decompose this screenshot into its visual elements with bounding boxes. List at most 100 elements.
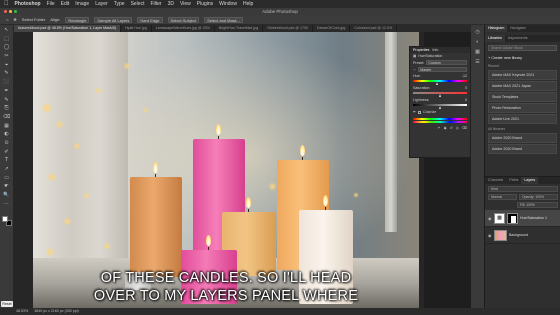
hand-tool-icon[interactable]: ☛ bbox=[3, 184, 10, 190]
menu-app-name[interactable]: Photoshop bbox=[15, 1, 41, 7]
tab-info[interactable]: Info bbox=[432, 47, 438, 53]
tab-channels[interactable]: Channels bbox=[485, 177, 506, 184]
blur-tool-icon[interactable]: ⊙ bbox=[3, 140, 10, 147]
tab-properties[interactable]: Properties bbox=[413, 47, 429, 53]
library-search-input[interactable]: Search Adobe Stock bbox=[488, 45, 557, 51]
hue-slider[interactable] bbox=[413, 82, 467, 85]
trash-icon[interactable]: ⌫ bbox=[462, 126, 467, 130]
color-icon[interactable]: ◐ bbox=[476, 39, 479, 45]
preset-dropdown[interactable]: Custom bbox=[426, 60, 467, 65]
tab-paths[interactable]: Paths bbox=[506, 177, 521, 184]
foreground-color-swatch[interactable] bbox=[1, 216, 8, 223]
hue-value[interactable]: -12 bbox=[462, 74, 467, 78]
properties-icon[interactable]: ☰ bbox=[475, 59, 479, 65]
marquee-tool-icon[interactable]: ⬚ bbox=[3, 36, 10, 43]
type-tool-icon[interactable]: T bbox=[3, 158, 10, 164]
menu-help[interactable]: Help bbox=[243, 1, 253, 7]
home-icon[interactable]: ⌂ bbox=[6, 17, 8, 22]
swatches-icon[interactable]: ▦ bbox=[475, 49, 480, 55]
dodge-tool-icon[interactable]: ◐ bbox=[3, 132, 10, 138]
tab-layers[interactable]: Layers bbox=[521, 177, 539, 184]
pen-tool-icon[interactable]: ✒ bbox=[3, 88, 10, 95]
eyedropper-icon[interactable]: ✒ bbox=[413, 110, 416, 114]
clone-stamp-tool-icon[interactable]: ✎ bbox=[3, 97, 10, 104]
menu-file[interactable]: File bbox=[47, 1, 55, 7]
doc-tab-active[interactable]: AutumnMood.psd @ 48.5% (Hue/Saturation 1… bbox=[14, 25, 121, 32]
doc-tab[interactable]: GlobesMood.psd @ 1790 bbox=[263, 25, 314, 32]
more-tools-icon[interactable]: ⋯ bbox=[3, 201, 10, 208]
healing-tool-icon[interactable]: ✎ bbox=[3, 71, 10, 77]
auto-select-option[interactable]: Select Folder bbox=[22, 17, 46, 22]
zoom-level[interactable]: 48.53% bbox=[16, 308, 28, 315]
fill-field[interactable]: Fill: 100% bbox=[517, 202, 558, 208]
layer-row[interactable]: ◉ Background bbox=[485, 227, 560, 244]
tab-histogram[interactable]: Histogram bbox=[485, 25, 508, 32]
hue-slider-thumb[interactable] bbox=[436, 82, 439, 85]
layer-mask-thumbnail[interactable] bbox=[507, 212, 518, 224]
tab-adjustments[interactable]: Adjustments bbox=[505, 35, 531, 42]
library-item[interactable]: Photo Restoration bbox=[488, 103, 557, 113]
history-brush-tool-icon[interactable]: ⎘ bbox=[3, 106, 10, 112]
menu-plugins[interactable]: Plugins bbox=[197, 1, 213, 7]
doc-tab[interactable]: BrightHue-Travelbike.jpg bbox=[215, 25, 264, 32]
visibility-eye-icon[interactable]: ◉ bbox=[488, 233, 492, 238]
hard-edge-button[interactable]: Hard Edge bbox=[137, 16, 163, 23]
library-item[interactable]: Stock Templates bbox=[488, 92, 557, 102]
layer-name[interactable]: Background bbox=[509, 233, 528, 237]
lightness-slider-thumb[interactable] bbox=[438, 106, 441, 109]
move-tool-icon[interactable]: ↖ bbox=[3, 27, 10, 34]
menu-filter[interactable]: Filter bbox=[150, 1, 161, 7]
layer-row[interactable]: ◉ ▩ Hue/Saturation 1 bbox=[485, 210, 560, 227]
adjustment-layer-thumbnail[interactable]: ▩ bbox=[494, 212, 505, 224]
menu-3d[interactable]: 3D bbox=[168, 1, 174, 7]
canvas-area[interactable]: OF THESE CANDLES. SO I'LL HEAD OVER TO M… bbox=[14, 32, 424, 308]
menu-image[interactable]: Image bbox=[75, 1, 89, 7]
eraser-tool-icon[interactable]: ⌫ bbox=[3, 114, 10, 121]
path-selection-tool-icon[interactable]: ↗ bbox=[3, 166, 10, 173]
layer-filter-kind[interactable]: Kind bbox=[488, 186, 558, 192]
pen-path-tool-icon[interactable]: ✐ bbox=[3, 149, 10, 156]
zoom-tool-icon[interactable]: 🔍 bbox=[3, 193, 10, 199]
crop-tool-icon[interactable]: ✂ bbox=[3, 54, 10, 60]
gradient-tool-icon[interactable]: ▦ bbox=[3, 123, 10, 130]
library-item[interactable]: Adobe 2020 Brand bbox=[488, 133, 557, 143]
tab-navigator[interactable]: Navigator bbox=[507, 25, 528, 32]
menu-edit[interactable]: Edit bbox=[61, 1, 70, 7]
select-subject-button[interactable]: Select Subject bbox=[167, 16, 200, 23]
background-layer-thumbnail[interactable] bbox=[494, 229, 507, 241]
layer-name[interactable]: Hue/Saturation 1 bbox=[520, 216, 547, 220]
menu-select[interactable]: Select bbox=[131, 1, 145, 7]
history-icon[interactable]: ◷ bbox=[475, 29, 479, 35]
lightness-value[interactable]: 0 bbox=[465, 98, 467, 102]
opacity-field[interactable]: Opacity: 100% bbox=[519, 194, 558, 200]
menu-window[interactable]: Window bbox=[219, 1, 237, 7]
visibility-icon[interactable]: ◎ bbox=[456, 126, 459, 130]
saturation-slider[interactable] bbox=[413, 94, 467, 97]
doc-tab[interactable]: Hyatt Hue.jpg bbox=[121, 25, 152, 32]
channel-dropdown[interactable]: Master bbox=[418, 67, 467, 72]
library-item[interactable]: Adobe MAX 2021 Japan bbox=[488, 81, 557, 91]
menu-view[interactable]: View bbox=[180, 1, 191, 7]
colorize-checkbox[interactable] bbox=[418, 110, 422, 114]
shape-tool-icon[interactable]: ▭ bbox=[3, 175, 10, 182]
menu-layer[interactable]: Layer bbox=[95, 1, 108, 7]
library-item[interactable]: Adobe MAX Keynote 2021 bbox=[488, 70, 557, 80]
move-tool-icon[interactable]: ✥ bbox=[13, 17, 16, 22]
menu-type[interactable]: Type bbox=[114, 1, 125, 7]
saturation-value[interactable]: 0 bbox=[465, 86, 467, 90]
eyedropper-tool-icon[interactable]: ⌖ bbox=[3, 62, 10, 69]
reset-icon[interactable]: ↺ bbox=[450, 126, 453, 130]
minimize-window-button[interactable] bbox=[9, 10, 12, 13]
zoom-window-button[interactable] bbox=[14, 10, 17, 13]
color-swatches[interactable] bbox=[1, 216, 12, 227]
targeted-adjustment-icon[interactable]: ☞ bbox=[413, 68, 416, 72]
shape-select[interactable]: Rectangle bbox=[65, 16, 90, 23]
view-previous-icon[interactable]: ◉ bbox=[444, 126, 447, 130]
doc-tab[interactable]: DanceOfColor.jpg bbox=[313, 25, 351, 32]
blend-mode-dropdown[interactable]: Normal bbox=[488, 194, 517, 200]
visibility-eye-icon[interactable]: ◉ bbox=[488, 216, 492, 221]
lightness-slider[interactable] bbox=[413, 106, 467, 109]
library-item[interactable]: Adobe Live 2021 bbox=[488, 114, 557, 124]
clip-to-layer-icon[interactable]: ↵ bbox=[438, 126, 441, 130]
doc-tab[interactable]: Colorized.psd @ 12.5% bbox=[350, 25, 398, 32]
